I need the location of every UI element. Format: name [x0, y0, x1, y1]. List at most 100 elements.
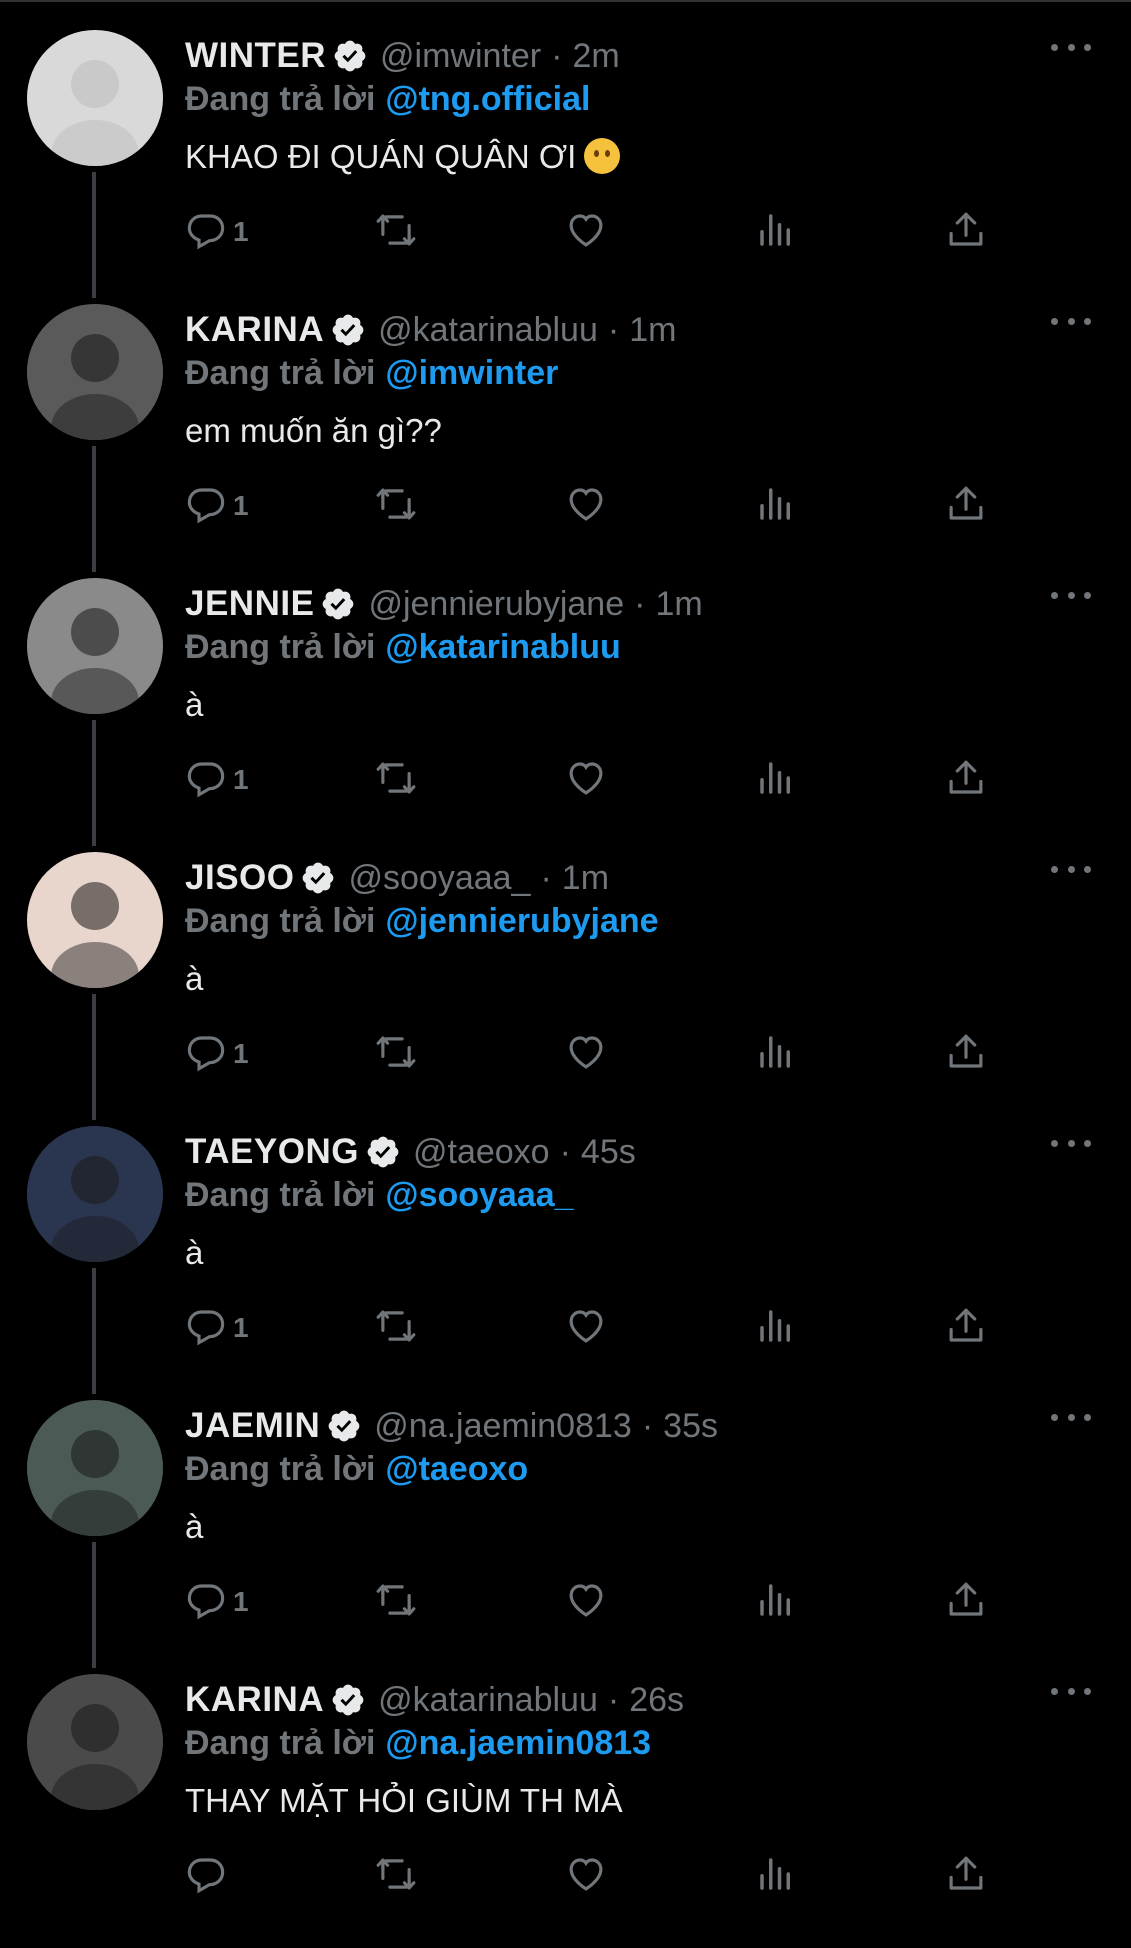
mention-link[interactable]: @taeoxo	[385, 1450, 528, 1488]
more-icon[interactable]	[1051, 1402, 1091, 1432]
reply-button[interactable]: 1	[185, 1306, 249, 1350]
retweet-button[interactable]	[375, 1032, 417, 1076]
more-icon[interactable]	[1051, 854, 1091, 884]
like-button[interactable]	[565, 758, 607, 802]
avatar[interactable]	[27, 578, 163, 714]
display-name[interactable]: TAEYONG	[185, 1132, 359, 1172]
share-button[interactable]	[945, 758, 987, 802]
timestamp[interactable]: 1m	[629, 311, 676, 350]
mention-link[interactable]: @tng.official	[385, 80, 590, 118]
avatar[interactable]	[27, 1400, 163, 1536]
avatar[interactable]	[27, 1126, 163, 1262]
retweet-button[interactable]	[375, 1306, 417, 1350]
tweet[interactable]: JISOO @sooyaaa_ · 1m Đang trả lời @jennieruby…	[0, 852, 1131, 1126]
tweet[interactable]: WINTER @imwinter · 2m Đang trả lời @tng.offic…	[0, 30, 1131, 304]
like-button[interactable]	[565, 1854, 607, 1898]
user-handle[interactable]: @imwinter	[380, 37, 541, 76]
reply-icon	[185, 757, 227, 804]
timestamp[interactable]: 26s	[629, 1681, 684, 1720]
replying-label: Đang trả lời	[185, 1176, 376, 1214]
avatar[interactable]	[27, 30, 163, 166]
thread-connector-line	[92, 720, 96, 846]
more-icon[interactable]	[1051, 306, 1091, 336]
user-handle[interactable]: @sooyaaa_	[348, 859, 530, 898]
timestamp[interactable]: 1m	[655, 585, 702, 624]
user-handle[interactable]: @katarinabluu	[378, 311, 598, 350]
display-name[interactable]: JISOO	[185, 858, 294, 898]
thread-connector-line	[92, 172, 96, 298]
reply-button[interactable]: 1	[185, 1580, 249, 1624]
reply-icon	[185, 483, 227, 530]
like-button[interactable]	[565, 210, 607, 254]
reply-button[interactable]: 1	[185, 484, 249, 528]
retweet-button[interactable]	[375, 1854, 417, 1898]
timestamp[interactable]: 35s	[663, 1407, 718, 1446]
mention-link[interactable]: @na.jaemin0813	[385, 1724, 651, 1762]
separator-dot: ·	[559, 1132, 571, 1171]
share-button[interactable]	[945, 484, 987, 528]
share-button[interactable]	[945, 210, 987, 254]
share-icon	[945, 483, 987, 530]
like-button[interactable]	[565, 1032, 607, 1076]
share-button[interactable]	[945, 1854, 987, 1898]
tweet[interactable]: KARINA @katarinabluu · 1m Đang trả lời @imwin…	[0, 304, 1131, 578]
share-button[interactable]	[945, 1306, 987, 1350]
user-handle[interactable]: @katarinabluu	[378, 1681, 598, 1720]
retweet-button[interactable]	[375, 210, 417, 254]
more-icon[interactable]	[1051, 580, 1091, 610]
display-name[interactable]: WINTER	[185, 36, 326, 76]
like-button[interactable]	[565, 1306, 607, 1350]
display-name[interactable]: KARINA	[185, 310, 324, 350]
mention-link[interactable]: @jennierubyjane	[385, 902, 658, 940]
avatar[interactable]	[27, 852, 163, 988]
verified-badge-icon	[300, 860, 336, 896]
avatar[interactable]	[27, 1674, 163, 1810]
replying-to: Đang trả lời @sooyaaa_	[185, 1176, 574, 1215]
user-handle[interactable]: @taeoxo	[413, 1133, 550, 1172]
views-button[interactable]	[755, 210, 797, 254]
timestamp[interactable]: 45s	[581, 1133, 636, 1172]
tweet[interactable]: JAEMIN @na.jaemin0813 · 35s Đang trả lời @tae…	[0, 1400, 1131, 1674]
more-icon[interactable]	[1051, 1128, 1091, 1158]
reply-count: 1	[233, 216, 249, 247]
reply-icon	[185, 1579, 227, 1626]
share-button[interactable]	[945, 1580, 987, 1624]
reply-button[interactable]	[185, 1854, 233, 1898]
tweet-text: à	[185, 1508, 203, 1546]
views-button[interactable]	[755, 1580, 797, 1624]
views-button[interactable]	[755, 1854, 797, 1898]
display-name[interactable]: KARINA	[185, 1680, 324, 1720]
retweet-button[interactable]	[375, 1580, 417, 1624]
tweet-actions: 1	[185, 1306, 1005, 1354]
user-handle[interactable]: @na.jaemin0813	[374, 1407, 632, 1446]
display-name[interactable]: JENNIE	[185, 584, 314, 624]
user-handle[interactable]: @jennierubyjane	[368, 585, 624, 624]
more-icon[interactable]	[1051, 32, 1091, 62]
reply-button[interactable]: 1	[185, 210, 249, 254]
views-button[interactable]	[755, 758, 797, 802]
mention-link[interactable]: @katarinabluu	[385, 628, 620, 666]
views-button[interactable]	[755, 1032, 797, 1076]
timestamp[interactable]: 1m	[562, 859, 609, 898]
timestamp[interactable]: 2m	[572, 37, 619, 76]
tweet[interactable]: TAEYONG @taeoxo · 45s Đang trả lời @sooyaaa_ à…	[0, 1126, 1131, 1400]
reply-button[interactable]: 1	[185, 1032, 249, 1076]
avatar[interactable]	[27, 304, 163, 440]
mention-link[interactable]: @sooyaaa_	[385, 1176, 573, 1214]
views-button[interactable]	[755, 1306, 797, 1350]
mention-link[interactable]: @imwinter	[385, 354, 558, 392]
verified-badge-icon	[365, 1134, 401, 1170]
more-icon[interactable]	[1051, 1676, 1091, 1706]
share-button[interactable]	[945, 1032, 987, 1076]
separator-dot: ·	[551, 36, 563, 75]
tweet[interactable]: JENNIE @jennierubyjane · 1m Đang trả lời @kat…	[0, 578, 1131, 852]
tweet[interactable]: KARINA @katarinabluu · 26s Đang trả lời @na.j…	[0, 1674, 1131, 1948]
like-button[interactable]	[565, 1580, 607, 1624]
retweet-button[interactable]	[375, 758, 417, 802]
reply-button[interactable]: 1	[185, 758, 249, 802]
views-button[interactable]	[755, 484, 797, 528]
like-button[interactable]	[565, 484, 607, 528]
tweet-text: THAY MẶT HỎI GIÙM TH MÀ	[185, 1782, 623, 1820]
retweet-button[interactable]	[375, 484, 417, 528]
display-name[interactable]: JAEMIN	[185, 1406, 320, 1446]
